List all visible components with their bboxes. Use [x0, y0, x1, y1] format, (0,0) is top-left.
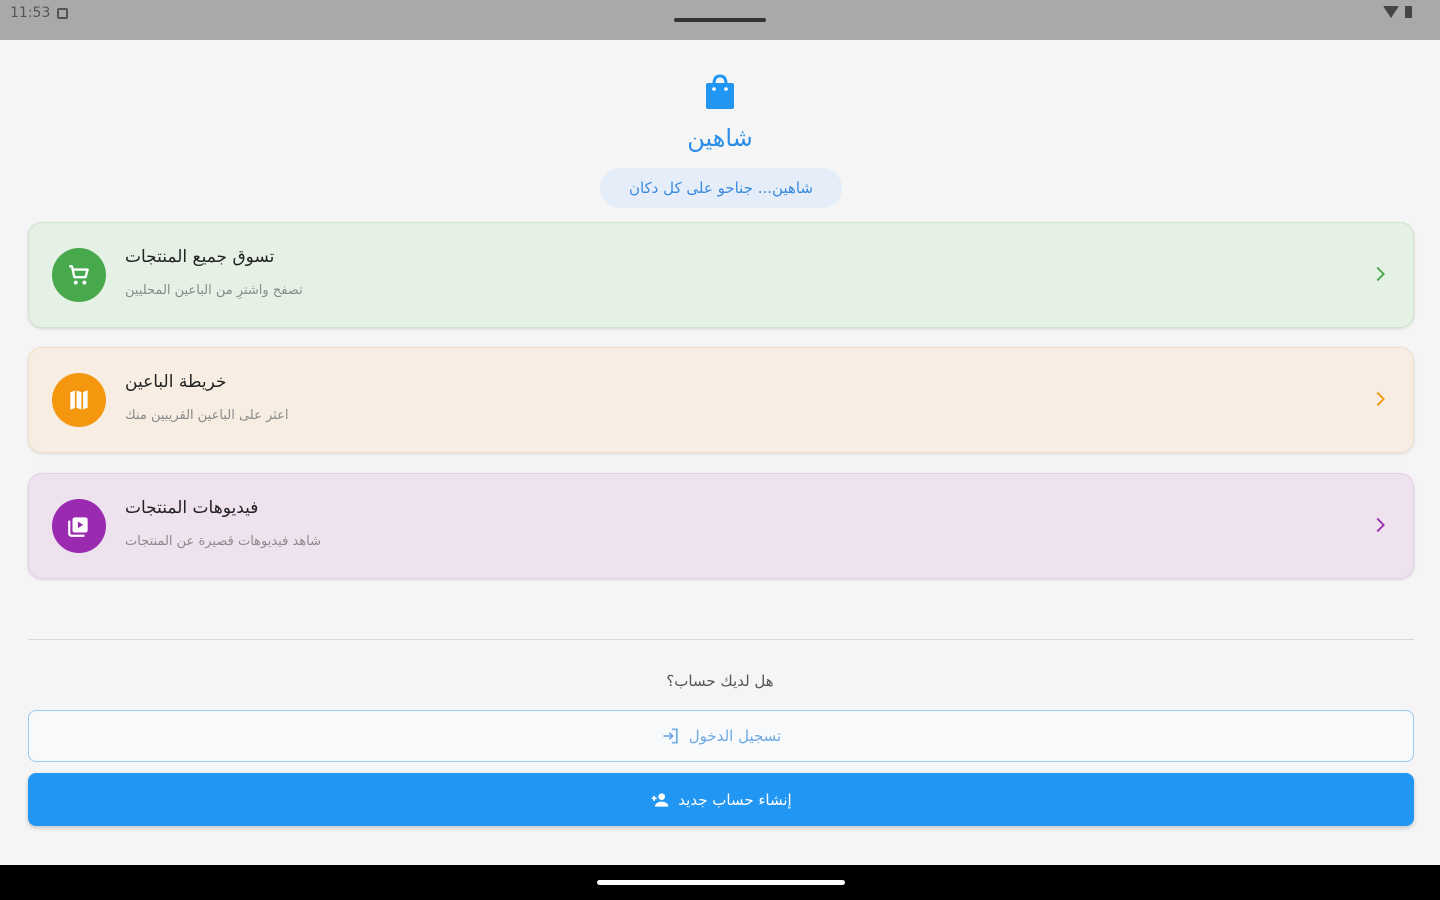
battery-icon	[1405, 6, 1412, 18]
chevron-right-icon	[1376, 517, 1385, 533]
card-title: تسوق جميع المنتجات	[125, 247, 275, 267]
chevron-right-icon	[1376, 391, 1385, 407]
chevron-right-icon	[1376, 266, 1385, 282]
signup-button[interactable]: إنشاء حساب جديد	[28, 773, 1414, 826]
divider	[28, 639, 1414, 640]
notification-icon	[57, 8, 68, 19]
status-icons	[1383, 6, 1412, 18]
card-icon-circle	[52, 248, 106, 302]
video-icon	[68, 517, 88, 537]
card-icon-circle	[52, 373, 106, 427]
status-time: 11:53	[10, 5, 51, 21]
card-title: خريطة الباعين	[125, 372, 227, 392]
tagline-badge: شاهين... جناحو على كل دكان	[600, 168, 842, 208]
home-gesture-handle[interactable]	[597, 880, 845, 885]
app-title: شاهين	[687, 124, 753, 152]
navigation-bar	[0, 865, 1440, 900]
status-handle	[674, 18, 766, 22]
login-button[interactable]: تسجيل الدخول	[28, 710, 1414, 762]
card-subtitle: اعثر على الباعين القريبين منك	[125, 408, 289, 423]
card-product-videos[interactable]: فيديوهات المنتجات شاهد فيديوهات قصيرة عن…	[28, 473, 1414, 579]
card-icon-circle	[52, 499, 106, 553]
add-person-icon	[651, 792, 669, 807]
card-title: فيديوهات المنتجات	[125, 498, 259, 518]
wifi-icon	[1383, 6, 1399, 18]
card-sellers-map[interactable]: خريطة الباعين اعثر على الباعين القريبين …	[28, 347, 1414, 453]
account-question: هل لديك حساب؟	[666, 672, 774, 690]
map-icon	[70, 390, 88, 410]
signup-button-label: إنشاء حساب جديد	[678, 790, 792, 809]
shopping-bag-icon	[704, 74, 736, 110]
card-shop-all-products[interactable]: تسوق جميع المنتجات تصفح واشترِ من الباعي…	[28, 222, 1414, 328]
login-button-label: تسجيل الدخول	[688, 727, 782, 745]
cart-icon	[69, 265, 89, 285]
card-subtitle: تصفح واشترِ من الباعين المحليين	[125, 283, 303, 298]
login-icon	[663, 728, 678, 744]
card-subtitle: شاهد فيديوهات قصيرة عن المنتجات	[125, 534, 321, 549]
status-bar: 11:53	[0, 0, 1440, 40]
